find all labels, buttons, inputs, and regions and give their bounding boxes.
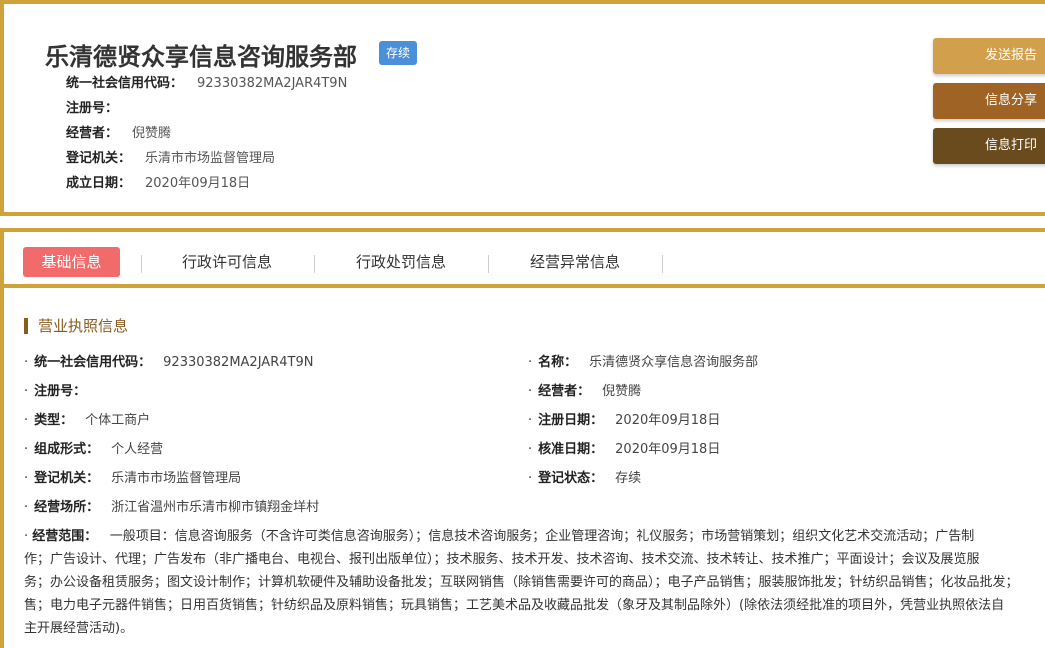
detail-label: 注册号： [34,384,87,399]
bullet-dot: · [24,355,29,370]
detail-value: 92330382MA2JAR4T9N [163,355,314,370]
tab-divider [662,255,663,273]
header-founded-row: 成立日期： 2020年09月18日 [66,171,347,196]
detail-reg-date: · 注册日期： 2020年09月18日 [528,411,720,431]
company-header-card: 乐清德贤众享信息咨询服务部 存续 统一社会信用代码： 92330382MA2JA… [0,0,1045,216]
detail-label: 核准日期： [538,442,604,457]
bullet-dot: · [24,471,29,486]
detail-value: 乐清德贤众享信息咨询服务部 [589,355,759,370]
tab-divider [488,255,489,273]
header-credit-code-value: 92330382MA2JAR4T9N [197,76,348,91]
detail-label: 名称： [538,355,578,370]
detail-value: 乐清市市场监督管理局 [111,471,242,486]
detail-label: 经营者： [538,384,591,399]
bullet-dot: · [528,442,533,457]
header-authority-label: 登记机关： [66,151,132,166]
header-credit-code-row: 统一社会信用代码： 92330382MA2JAR4T9N [66,71,347,96]
detail-label: 登记机关： [34,471,100,486]
section-title: 营业执照信息 [24,318,128,334]
scope-text: 一般项目：信息咨询服务（不含许可类信息咨询服务）；信息技术咨询服务；企业管理咨询… [109,529,975,544]
detail-label: 类型： [34,413,74,428]
detail-credit-code: · 统一社会信用代码： 92330382MA2JAR4T9N [24,353,313,373]
detail-operator: · 经营者： 倪赞腾 [528,382,641,402]
bullet-dot: · [528,384,533,399]
detail-value: 个体工商户 [85,413,151,428]
scope-label: 经营范围： [32,529,98,544]
company-name: 乐清德贤众享信息咨询服务部 [45,43,357,71]
detail-label: 注册日期： [538,413,604,428]
header-authority-value: 乐清市市场监督管理局 [145,151,276,166]
print-info-button[interactable]: 信息打印 [933,128,1045,164]
bullet-dot: · [24,413,29,428]
detail-form: · 组成形式： 个人经营 [24,440,163,460]
detail-value: 浙江省温州市乐清市柳市镇翔金垟村 [111,500,320,515]
scope-line: 售；电力电子元器件销售；日用百货销售；针纺织品及原料销售；玩具销售；工艺美术品及… [24,598,1005,613]
header-operator-value: 倪赞腾 [132,126,172,141]
detail-label: 统一社会信用代码： [34,355,152,370]
bullet-dot: · [24,384,29,399]
detail-label: 登记状态： [538,471,604,486]
send-report-button[interactable]: 发送报告 [933,38,1045,74]
scope-line: · 经营范围： 一般项目：信息咨询服务（不含许可类信息咨询服务）；信息技术咨询服… [24,525,1045,548]
detail-value: 存续 [615,471,642,486]
header-founded-value: 2020年09月18日 [145,176,251,191]
header-reg-no-label: 注册号： [66,101,119,116]
tab-basic-info[interactable]: 基础信息 [23,247,120,277]
business-scope: · 经营范围： 一般项目：信息咨询服务（不含许可类信息咨询服务）；信息技术咨询服… [24,525,1045,648]
bullet-dot: · [528,355,533,370]
scope-line: 作；广告设计、代理；广告发布（非广播电台、电视台、报刊出版单位）；技术服务、技术… [24,552,980,567]
header-founded-label: 成立日期： [66,176,132,191]
detail-value: 2020年09月18日 [615,413,721,428]
tab-divider [314,255,315,273]
bullet-dot: · [24,442,29,457]
detail-reg-no: · 注册号： [24,382,98,402]
tab-bar: 基础信息 行政许可信息 行政处罚信息 经营异常信息 [4,232,1045,288]
status-badge: 存续 [379,41,417,65]
detail-reg-status: · 登记状态： 存续 [528,469,641,489]
detail-address: · 经营场所： 浙江省温州市乐清市柳市镇翔金垟村 [24,498,319,518]
share-info-button[interactable]: 信息分享 [933,83,1045,119]
detail-card: 基础信息 行政许可信息 行政处罚信息 经营异常信息 营业执照信息 · 统一社会信用… [0,228,1045,648]
detail-value: 倪赞腾 [602,384,642,399]
header-authority-row: 登记机关： 乐清市市场监督管理局 [66,146,347,171]
detail-value: 2020年09月18日 [615,442,721,457]
bullet-dot: · [528,413,533,428]
detail-type: · 类型： 个体工商户 [24,411,150,431]
tab-abnormal-operation[interactable]: 经营异常信息 [530,247,620,277]
header-operator-row: 经营者： 倪赞腾 [66,121,347,146]
header-reg-no-row: 注册号： [66,96,347,121]
tab-divider [141,255,142,273]
tab-admin-license[interactable]: 行政许可信息 [182,247,272,277]
scope-line: 务；办公设备租赁服务；图文设计制作；计算机软硬件及辅助设备批发；互联网销售（除销… [24,575,1019,590]
scope-line: 主开展经营活动)。 [24,621,134,636]
detail-value: 个人经营 [111,442,164,457]
detail-label: 组成形式： [34,442,100,457]
tab-admin-penalty[interactable]: 行政处罚信息 [356,247,446,277]
detail-name: · 名称： 乐清德贤众享信息咨询服务部 [528,353,758,373]
header-operator-label: 经营者： [66,126,119,141]
bullet-dot: · [528,471,533,486]
detail-approve-date: · 核准日期： 2020年09月18日 [528,440,720,460]
header-credit-code-label: 统一社会信用代码： [66,76,184,91]
detail-label: 经营场所： [34,500,100,515]
header-info-list: 统一社会信用代码： 92330382MA2JAR4T9N 注册号： 经营者： 倪… [66,71,347,196]
detail-authority: · 登记机关： 乐清市市场监督管理局 [24,469,241,489]
bullet-dot: · [24,500,29,515]
